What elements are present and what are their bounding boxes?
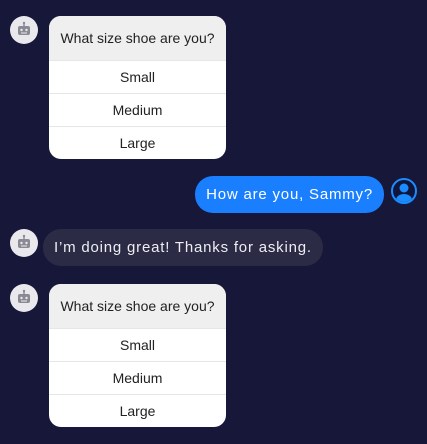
option-medium[interactable]: Medium xyxy=(49,361,226,394)
shoe-size-card: What size shoe are you? Small Medium Lar… xyxy=(49,16,226,159)
robot-icon xyxy=(18,21,30,35)
user-avatar xyxy=(391,178,417,204)
option-medium[interactable]: Medium xyxy=(49,93,226,126)
option-large[interactable]: Large xyxy=(49,394,226,427)
shoe-size-card: What size shoe are you? Small Medium Lar… xyxy=(49,284,226,427)
person-icon xyxy=(396,183,412,202)
robot-icon xyxy=(18,234,30,248)
bot-avatar xyxy=(10,229,38,257)
bot-message-bubble: I’m doing great! Thanks for asking. xyxy=(43,229,323,266)
bot-avatar xyxy=(10,16,38,44)
option-large[interactable]: Large xyxy=(49,126,226,159)
robot-icon xyxy=(18,289,30,303)
card-question: What size shoe are you? xyxy=(49,284,226,328)
option-small[interactable]: Small xyxy=(49,60,226,93)
user-message-bubble: How are you, Sammy? xyxy=(195,176,384,213)
option-small[interactable]: Small xyxy=(49,328,226,361)
bot-avatar xyxy=(10,284,38,312)
card-question: What size shoe are you? xyxy=(49,16,226,60)
